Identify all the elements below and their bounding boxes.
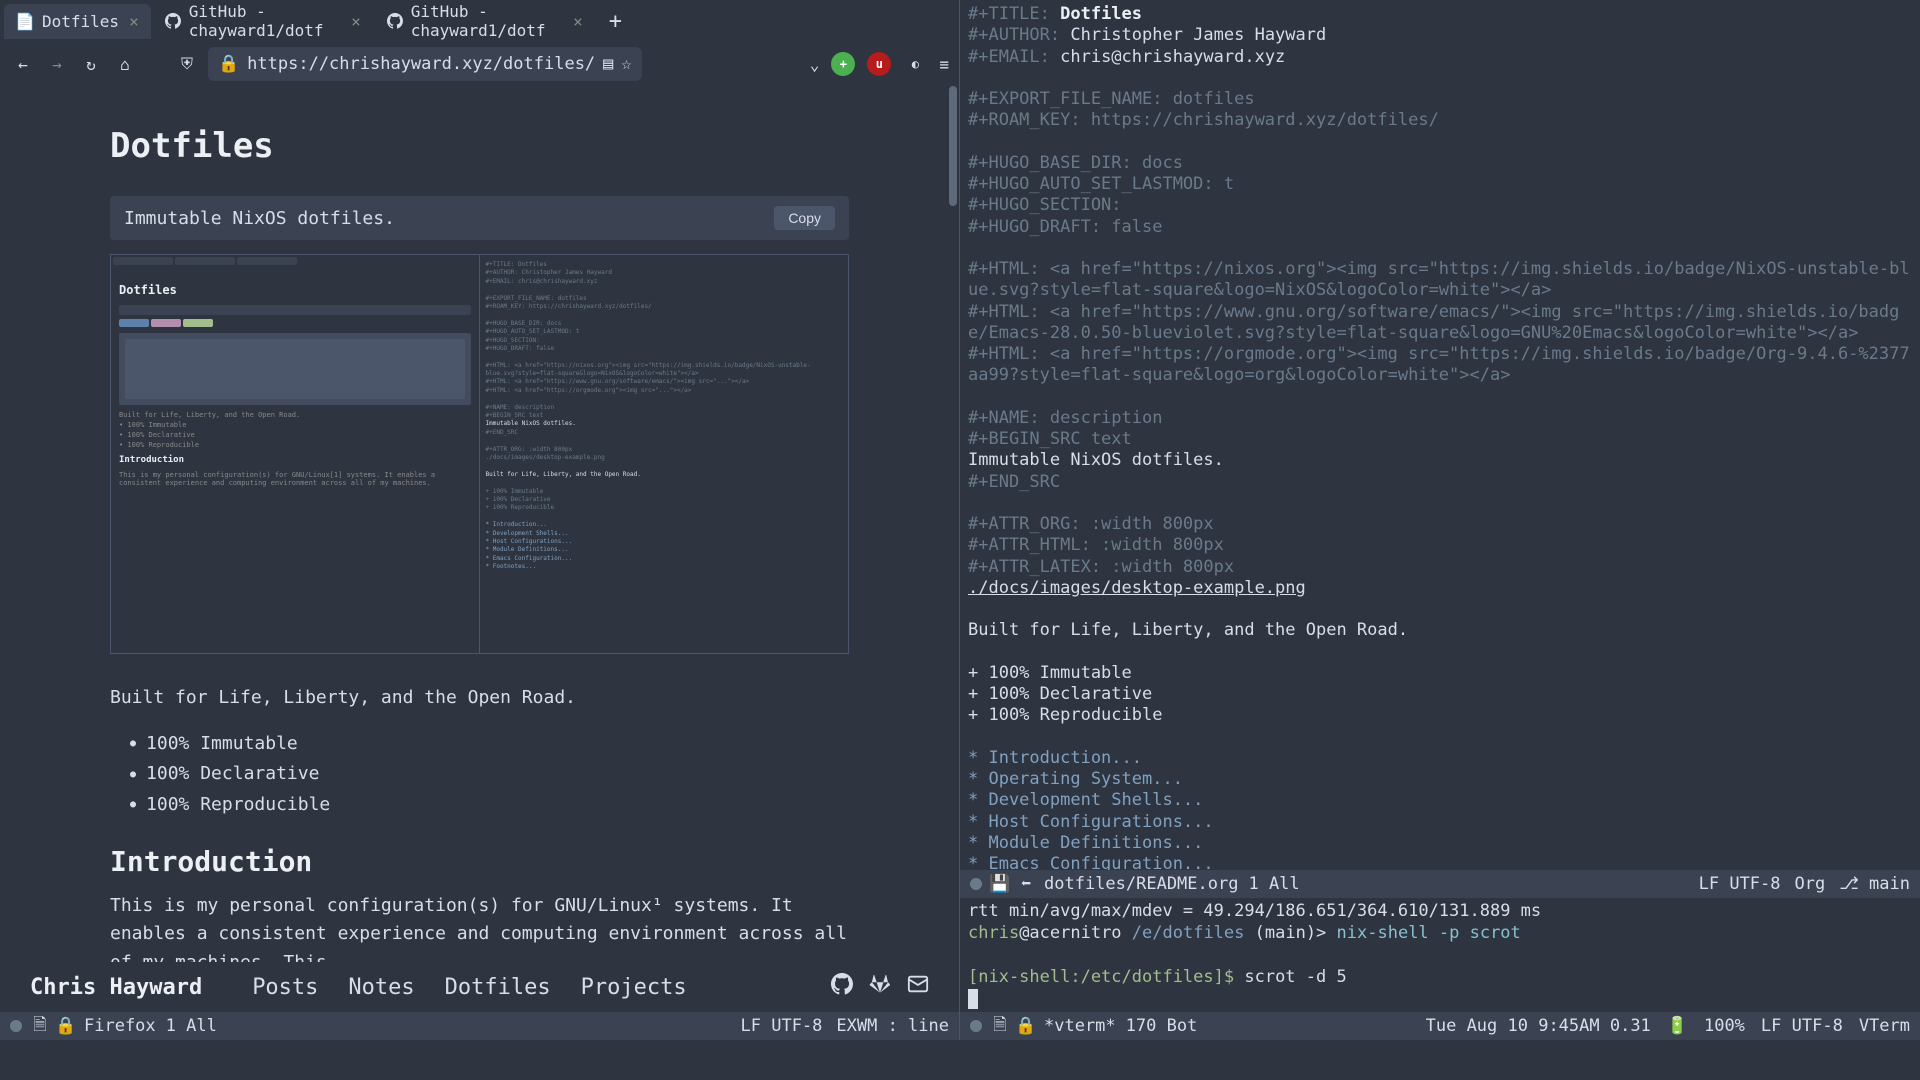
battery-pct: 100%	[1704, 1016, 1745, 1036]
close-icon[interactable]: ×	[129, 12, 139, 31]
forward-button[interactable]: →	[44, 51, 70, 77]
file-icon: 🗎	[992, 1018, 1008, 1034]
github-icon	[165, 12, 181, 30]
nav-link-notes[interactable]: Notes	[348, 975, 414, 1000]
major-mode: EXWM : line	[836, 1016, 949, 1036]
reload-button[interactable]: ↻	[78, 51, 104, 77]
status-dot-icon	[970, 878, 982, 890]
feature-list: 100% Immutable 100% Declarative 100% Rep…	[110, 729, 849, 821]
lock-icon: 🔒	[1018, 1018, 1034, 1034]
back-button[interactable]: ←	[10, 51, 36, 77]
intro-heading: Introduction	[110, 845, 849, 878]
copy-button[interactable]: Copy	[774, 206, 835, 230]
browser-tab-active[interactable]: 📄 Dotfiles ×	[4, 4, 151, 39]
site-nav: Chris Hayward Posts Notes Dotfiles Proje…	[0, 962, 959, 1012]
editor-modeline: 💾 ⬅ dotfiles/README.org 1 All LF UTF-8 O…	[960, 870, 1920, 898]
datetime: Tue Aug 10 9:45AM 0.31	[1426, 1016, 1651, 1036]
url-text: https://chrishayward.xyz/dotfiles/	[247, 54, 595, 74]
encoding: LF UTF-8	[1761, 1016, 1843, 1036]
new-tab-button[interactable]: +	[597, 3, 634, 40]
buffer-position: 1 All	[166, 1016, 217, 1036]
bookmark-star-icon[interactable]: ☆	[621, 54, 631, 74]
close-icon[interactable]: ×	[573, 12, 583, 31]
intro-paragraph: This is my personal configuration(s) for…	[110, 892, 849, 962]
editor-buffer[interactable]: #+TITLE: Dotfiles#+AUTHOR: Christopher J…	[960, 0, 1920, 870]
file-icon: 🗎	[32, 1018, 48, 1034]
terminal-prompt-line: chris@acernitro /e/dotfiles (main)> nix-…	[968, 922, 1912, 944]
site-brand[interactable]: Chris Hayward	[30, 975, 202, 1000]
terminal-cursor-line	[968, 988, 1912, 1010]
screenshot-image: Dotfiles Built for Life, Liberty, and th…	[110, 254, 849, 654]
status-dot-icon	[10, 1020, 22, 1032]
browser-tab[interactable]: GitHub - chayward1/dotf ×	[153, 0, 373, 48]
reader-mode-icon[interactable]: ▤	[603, 54, 613, 74]
browser-toolbar: ← → ↻ ⌂ ⛨ 🔒 https://chrishayward.xyz/dot…	[0, 42, 959, 86]
firefox-modeline: 🗎 🔒 Firefox 1 All LF UTF-8 EXWM : line	[0, 1012, 959, 1040]
url-bar[interactable]: 🔒 https://chrishayward.xyz/dotfiles/ ▤ ☆	[208, 47, 642, 81]
buffer-name: dotfiles/README.org	[1044, 874, 1238, 894]
pocket-icon[interactable]: ⌄	[810, 55, 820, 74]
shield-icon[interactable]: ⛨	[174, 51, 200, 77]
tagline: Built for Life, Liberty, and the Open Ro…	[110, 684, 849, 713]
extension-icon[interactable]: +	[831, 52, 855, 76]
terminal-prompt-line: [nix-shell:/etc/dotfiles]$ scrot -d 5	[968, 966, 1912, 988]
encoding: LF UTF-8	[1699, 874, 1781, 894]
ublock-icon[interactable]: u	[867, 52, 891, 76]
menu-icon[interactable]: ≡	[939, 55, 949, 74]
gitlab-icon[interactable]	[869, 973, 891, 1001]
mail-icon[interactable]	[907, 973, 929, 1001]
tab-title: Dotfiles	[42, 12, 119, 31]
browser-tab-strip: 📄 Dotfiles × GitHub - chayward1/dotf × G…	[0, 0, 959, 42]
git-branch: ⎇ main	[1839, 874, 1910, 894]
buffer-name: Firefox	[84, 1016, 156, 1036]
page-content: Dotfiles Immutable NixOS dotfiles. Copy …	[0, 86, 959, 962]
buffer-name: *vterm*	[1044, 1016, 1116, 1036]
save-icon: 💾	[992, 876, 1008, 892]
page-title: Dotfiles	[110, 126, 849, 166]
buffer-position: 1 All	[1248, 874, 1299, 894]
nav-link-projects[interactable]: Projects	[581, 975, 687, 1000]
list-item: 100% Reproducible	[130, 790, 849, 821]
scrollbar[interactable]	[949, 86, 957, 962]
github-icon[interactable]	[831, 973, 853, 1001]
vterm-modeline: 🗎 🔒 *vterm* 170 Bot Tue Aug 10 9:45AM 0.…	[960, 1012, 1920, 1040]
list-item: 100% Immutable	[130, 729, 849, 760]
extension-icon[interactable]: ◐	[903, 52, 927, 76]
close-icon[interactable]: ×	[351, 12, 361, 31]
tab-title: GitHub - chayward1/dotf	[189, 2, 341, 40]
github-icon	[387, 12, 403, 30]
lock-icon: 🔒	[218, 54, 239, 74]
nav-link-posts[interactable]: Posts	[252, 975, 318, 1000]
terminal[interactable]: rtt min/avg/max/mdev = 49.294/186.651/36…	[960, 898, 1920, 1012]
encoding: LF UTF-8	[741, 1016, 823, 1036]
status-dot-icon	[970, 1020, 982, 1032]
major-mode: Org	[1795, 874, 1826, 894]
terminal-blank	[968, 944, 1912, 966]
browser-tab[interactable]: GitHub - chayward1/dotf ×	[375, 0, 595, 48]
home-button[interactable]: ⌂	[112, 51, 138, 77]
major-mode: VTerm	[1859, 1016, 1910, 1036]
battery-icon: 🔋	[1667, 1016, 1688, 1036]
buffer-position: 170 Bot	[1126, 1016, 1198, 1036]
terminal-output: rtt min/avg/max/mdev = 49.294/186.651/36…	[968, 900, 1912, 922]
tab-title: GitHub - chayward1/dotf	[411, 2, 563, 40]
description-block: Immutable NixOS dotfiles. Copy	[110, 196, 849, 240]
nav-link-dotfiles[interactable]: Dotfiles	[445, 975, 551, 1000]
tab-favicon: 📄	[16, 12, 34, 30]
list-item: 100% Declarative	[130, 759, 849, 790]
description-text: Immutable NixOS dotfiles.	[124, 208, 395, 229]
back-arrow-icon: ⬅	[1018, 876, 1034, 892]
lock-icon: 🔒	[58, 1018, 74, 1034]
